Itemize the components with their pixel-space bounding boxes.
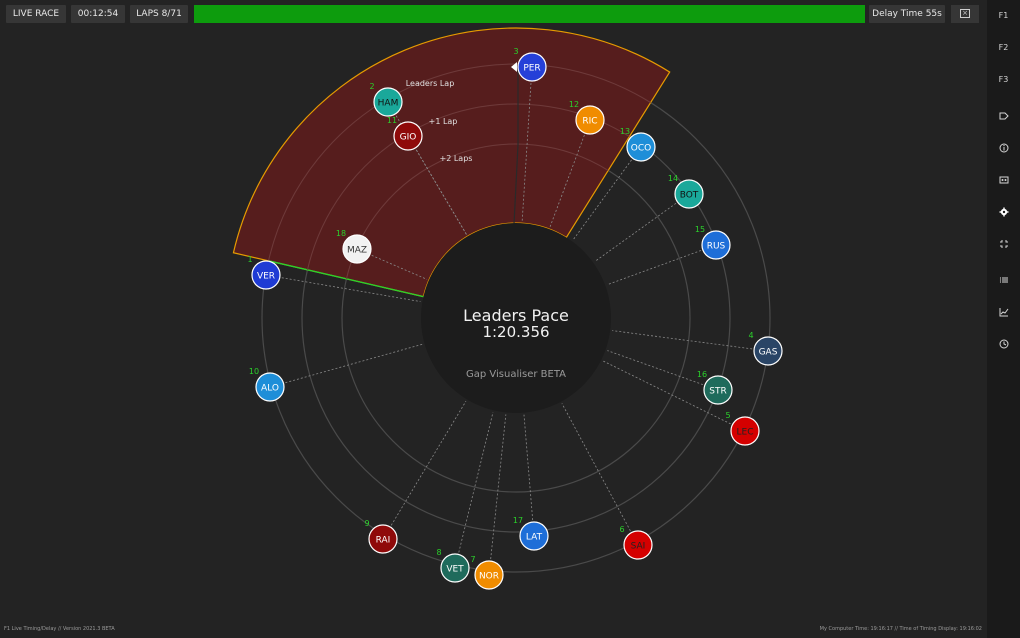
- driver-position: 6: [619, 525, 624, 534]
- compress-icon[interactable]: [987, 234, 1020, 254]
- sidebar-item-f3[interactable]: F3: [987, 70, 1020, 90]
- settings-gear-icon[interactable]: [987, 202, 1020, 222]
- sidebar-item-f1[interactable]: F1: [987, 6, 1020, 26]
- info-icon[interactable]: [987, 138, 1020, 158]
- driver-code: PER: [523, 64, 540, 74]
- gap-visualiser: Leaders Pace 1:20.356 Gap Visualiser BET…: [232, 27, 783, 590]
- right-sidebar: F1 F2 F3: [987, 0, 1020, 638]
- driver-connector: [612, 330, 769, 352]
- gap-visualiser-app: LIVE RACE 00:12:54 LAPS 8/71 Delay Time …: [0, 0, 1020, 638]
- driver-marker-vet[interactable]: VET 8: [436, 548, 470, 583]
- driver-position: 1: [247, 255, 252, 264]
- driver-code: VET: [446, 565, 464, 575]
- driver-marker-gas[interactable]: GAS 4: [748, 331, 783, 366]
- ring-label-plus-2-laps: +2 Laps: [440, 154, 473, 163]
- driver-marker-lat[interactable]: LAT17: [513, 516, 549, 551]
- driver-code: RAI: [376, 536, 391, 546]
- driver-position: 4: [748, 331, 753, 340]
- driver-code: GIO: [400, 133, 417, 143]
- driver-marker-nor[interactable]: NOR 7: [470, 555, 504, 590]
- driver-code: LEC: [737, 428, 754, 438]
- driver-code: GAS: [759, 348, 778, 358]
- driver-code: SAI: [631, 542, 646, 552]
- driver-marker-alo[interactable]: ALO10: [249, 367, 285, 402]
- driver-position: 5: [725, 411, 730, 420]
- driver-marker-lec[interactable]: LEC 5: [725, 411, 760, 446]
- driver-code: OCO: [631, 144, 651, 154]
- chart-icon[interactable]: [987, 302, 1020, 322]
- driver-position: 8: [436, 548, 441, 557]
- lap-icon[interactable]: [987, 334, 1020, 354]
- driver-code: RIC: [582, 117, 597, 127]
- driver-code: ALO: [261, 384, 279, 394]
- driver-code: LAT: [526, 533, 543, 543]
- driver-code: MAZ: [347, 246, 367, 256]
- driver-position: 14: [668, 174, 678, 183]
- driver-code: STR: [709, 387, 726, 397]
- leaders-pace-time: 1:20.356: [482, 323, 549, 341]
- tv-icon[interactable]: [987, 170, 1020, 190]
- driver-position: 11: [387, 116, 397, 125]
- tag-icon[interactable]: [987, 106, 1020, 126]
- list-icon[interactable]: [987, 270, 1020, 290]
- driver-code: RUS: [707, 242, 726, 252]
- driver-connector: [606, 244, 717, 286]
- driver-marker-bot[interactable]: BOT14: [668, 174, 704, 209]
- driver-connector: [523, 414, 535, 537]
- footer-times: My Computer Time: 19:16:17 // Time of Ti…: [819, 626, 982, 632]
- driver-position: 15: [695, 225, 705, 234]
- sidebar-item-f2[interactable]: F2: [987, 38, 1020, 58]
- driver-position: 18: [336, 229, 346, 238]
- driver-position: 16: [697, 370, 707, 379]
- driver-position: 12: [569, 100, 579, 109]
- driver-position: 9: [364, 519, 369, 528]
- driver-marker-sai[interactable]: SAI 6: [619, 525, 653, 560]
- ring-label-leaders-lap: Leaders Lap: [406, 79, 455, 88]
- footer-version: F1 Live Timing/Delay // Version 2021.3 B…: [4, 626, 115, 632]
- driver-marker-rus[interactable]: RUS15: [695, 225, 731, 260]
- driver-connector: [488, 414, 507, 576]
- driver-code: HAM: [378, 99, 399, 109]
- driver-position: 3: [513, 47, 518, 56]
- driver-position: 7: [470, 555, 475, 564]
- driver-position: 10: [249, 367, 259, 376]
- driver-marker-str[interactable]: STR16: [697, 370, 733, 405]
- driver-code: BOT: [680, 191, 699, 201]
- ring-label-plus-1-lap: +1 Lap: [429, 117, 458, 126]
- driver-code: VER: [257, 272, 275, 282]
- driver-code: NOR: [479, 572, 499, 582]
- driver-position: 17: [513, 516, 523, 525]
- driver-connector: [269, 343, 423, 388]
- driver-connector: [382, 400, 467, 540]
- driver-position: 13: [620, 127, 630, 136]
- driver-position: 2: [369, 82, 374, 91]
- driver-connector: [594, 193, 690, 262]
- center-panel: Leaders Pace 1:20.356 Gap Visualiser BET…: [421, 223, 611, 413]
- gap-visualiser-subtitle: Gap Visualiser BETA: [466, 369, 566, 380]
